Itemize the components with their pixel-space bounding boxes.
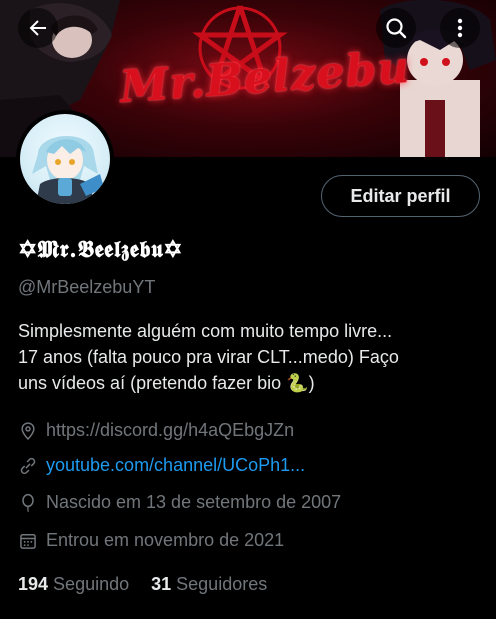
website-link[interactable]: youtube.com/channel/UCoPh1...: [46, 455, 305, 476]
joined-text: Entrou em novembro de 2021: [46, 530, 285, 550]
profile-joined: Entrou em novembro de 2021: [18, 530, 284, 551]
location-text: https://discord.gg/h4aQEbgJZn: [46, 420, 295, 440]
birthday-text: Nascido em 13 de setembro de 2007: [46, 492, 342, 512]
followers-label: Seguidores: [176, 574, 268, 594]
followers-link[interactable]: 31 Seguidores: [151, 574, 267, 595]
followers-count: 31: [151, 574, 172, 594]
more-options-button[interactable]: [440, 8, 480, 48]
bio-line: 17 anos (falta pouco pra virar CLT...med…: [18, 347, 399, 367]
bio-line: uns vídeos aí (pretendo fazer bio 🐍): [18, 373, 315, 393]
display-name: ✡𝕸𝖗.𝕭𝖊𝖊𝖑𝖟𝖊𝖇𝖚✡: [18, 236, 184, 263]
following-link[interactable]: 194 Seguindo: [18, 574, 129, 595]
more-vertical-icon: [457, 18, 463, 38]
arrow-left-icon: [29, 20, 46, 36]
link-icon: [20, 457, 36, 474]
profile-avatar[interactable]: [16, 110, 114, 208]
search-icon: [386, 18, 407, 39]
profile-location: https://discord.gg/h4aQEbgJZn: [18, 420, 294, 441]
avatar-image: [20, 114, 110, 204]
user-handle: @MrBeelzebuYT: [18, 277, 156, 297]
calendar-icon: [20, 533, 36, 549]
following-label: Seguindo: [53, 574, 130, 594]
avatar-artwork: [32, 135, 104, 204]
back-button[interactable]: [18, 8, 58, 48]
balloon-icon: [22, 493, 34, 512]
bio-line: Simplesmente alguém com muito tempo livr…: [18, 321, 393, 341]
profile-website: youtube.com/channel/UCoPh1...: [18, 455, 305, 476]
profile-bio: Simplesmente alguém com muito tempo livr…: [18, 318, 483, 396]
follow-stats: 194 Seguindo 31 Seguidores: [18, 574, 267, 595]
location-icon: [21, 421, 35, 440]
edit-profile-button[interactable]: Editar perfil: [321, 175, 480, 217]
profile-birthday: Nascido em 13 de setembro de 2007: [18, 492, 341, 513]
search-button[interactable]: [376, 8, 416, 48]
following-count: 194: [18, 574, 49, 594]
